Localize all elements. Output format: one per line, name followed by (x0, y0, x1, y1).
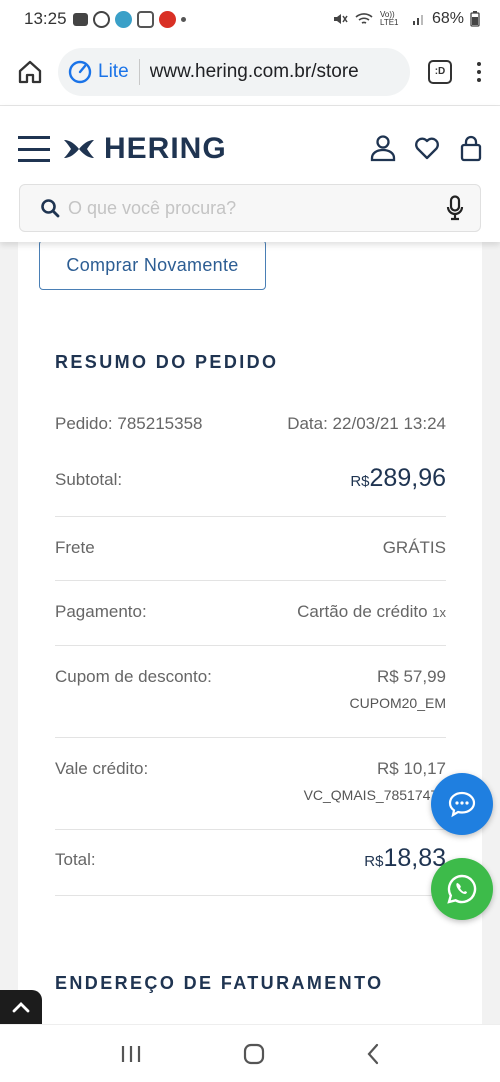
url-separator (138, 58, 140, 85)
chat-button[interactable] (431, 773, 493, 835)
chat-bubble-icon (448, 791, 476, 818)
search-bar (19, 184, 481, 232)
user-icon[interactable] (370, 134, 396, 162)
divider (55, 737, 446, 738)
shopping-bag-icon[interactable] (458, 134, 484, 162)
tab-switcher-label: :D (434, 66, 446, 77)
coupon-value: R$ 57,99 (377, 667, 446, 686)
app-notification-icon (114, 10, 132, 28)
coupon-label: Cupom de desconto: (55, 667, 212, 686)
chevron-up-icon (12, 1002, 30, 1013)
subtotal-currency: R$ (350, 473, 370, 490)
total-label: Total: (55, 850, 96, 869)
home-button-icon[interactable] (242, 1042, 266, 1066)
subtotal-amount: 289,96 (369, 464, 446, 492)
status-bar: 13:25 Vo)) LTE1 68% (0, 0, 500, 38)
order-summary-title: RESUMO DO PEDIDO (55, 352, 279, 372)
payment-label: Pagamento: (55, 602, 147, 621)
divider (55, 829, 446, 830)
store-credit-value: R$ 10,17 (377, 759, 446, 778)
divider (55, 580, 446, 581)
whatsapp-icon (92, 10, 110, 28)
system-status: Vo)) LTE1 68% (332, 10, 480, 28)
scroll-to-top-button[interactable] (0, 990, 42, 1024)
search-input[interactable] (68, 197, 446, 219)
signal-icon (412, 15, 423, 25)
subtotal-label: Subtotal: (55, 470, 123, 489)
payment-method: Cartão de crédito (297, 602, 428, 621)
browser-menu-icon[interactable] (474, 61, 484, 82)
android-navigation-bar (0, 1024, 500, 1082)
payment-value: Cartão de crédito 1x (297, 602, 446, 622)
site-header: HERING (0, 106, 500, 242)
url-text[interactable]: www.hering.com.br/store (150, 61, 359, 83)
app-red-icon (158, 10, 176, 28)
subtotal-value: R$289,96 (350, 464, 446, 493)
coupon-code: CUPOM20_EM (349, 695, 446, 711)
heart-icon[interactable] (414, 134, 440, 162)
wifi-icon (355, 13, 373, 24)
order-date: Data: 22/03/21 13:24 (287, 414, 446, 433)
order-details-card: Comprar Novamente RESUMO DO PEDIDO Pedid… (18, 230, 482, 1040)
game-icon (136, 10, 154, 28)
hering-fish-icon (64, 140, 94, 158)
message-icon (72, 12, 88, 26)
divider (55, 516, 446, 517)
battery-icon (470, 11, 480, 27)
search-icon[interactable] (40, 198, 60, 218)
payment-installments: 1x (432, 605, 446, 620)
total-value: R$18,83 (364, 844, 446, 873)
lite-label: Lite (98, 60, 129, 82)
logo-text: HERING (104, 132, 227, 165)
order-number: Pedido: 785215358 (55, 414, 203, 433)
hering-logo[interactable]: HERING (62, 132, 227, 166)
address-bar[interactable]: Lite www.hering.com.br/store (58, 47, 410, 96)
browser-toolbar: Lite www.hering.com.br/store :D (0, 38, 500, 106)
buy-again-button[interactable]: Comprar Novamente (39, 240, 266, 290)
store-credit-label: Vale crédito: (55, 759, 149, 778)
network-label: Vo)) LTE1 (379, 10, 399, 27)
shipping-label: Frete (55, 538, 95, 557)
whatsapp-button[interactable] (431, 858, 493, 920)
more-notifications-icon (180, 16, 186, 22)
total-currency: R$ (364, 853, 384, 870)
tab-switcher-button[interactable]: :D (428, 59, 452, 84)
shipping-value: GRÁTIS (382, 538, 446, 557)
mute-icon (333, 14, 348, 24)
total-amount: 18,83 (383, 844, 446, 872)
whatsapp-icon (447, 874, 477, 904)
recent-apps-icon[interactable] (119, 1043, 143, 1065)
divider (55, 645, 446, 646)
battery-percent: 68% (431, 10, 464, 27)
microphone-icon[interactable] (446, 195, 464, 221)
lite-mode-icon (68, 60, 92, 83)
billing-address-title: ENDEREÇO DE FATURAMENTO (55, 973, 384, 993)
notification-icons (72, 10, 186, 28)
divider (55, 895, 446, 896)
store-credit-code: VC_QMAIS_78517476 (303, 787, 446, 803)
hamburger-menu-icon[interactable] (18, 136, 50, 162)
back-icon[interactable] (365, 1042, 381, 1066)
header-actions (370, 134, 484, 162)
status-time: 13:25 (24, 9, 67, 28)
home-icon[interactable] (16, 58, 44, 86)
